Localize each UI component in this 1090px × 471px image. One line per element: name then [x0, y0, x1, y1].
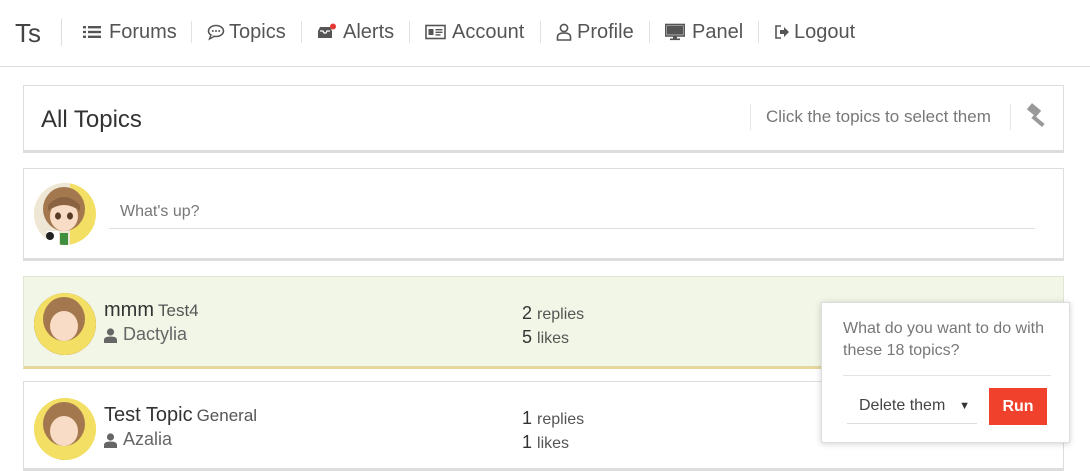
nav-divider: [540, 21, 541, 43]
topic-author[interactable]: Azalia: [104, 429, 172, 450]
header-divider: [1010, 104, 1011, 130]
comment-icon: [207, 23, 225, 41]
mod-action-value: Delete them: [859, 396, 946, 414]
nav-label: Account: [452, 20, 525, 43]
nav-item-alerts[interactable]: Alerts: [317, 19, 394, 45]
like-count: 5: [522, 327, 533, 347]
topic-forum[interactable]: General: [197, 406, 257, 425]
reply-count: 2: [522, 303, 533, 323]
desktop-icon: [665, 23, 685, 41]
author-name[interactable]: Azalia: [123, 429, 172, 450]
nav-divider: [61, 19, 62, 46]
brand-logo[interactable]: Ts: [15, 18, 41, 49]
author-name[interactable]: Dactylia: [123, 324, 187, 345]
replies-label: replies: [537, 411, 585, 428]
nav-label: Alerts: [343, 20, 395, 43]
nav-label: Panel: [692, 20, 744, 43]
nav-divider: [191, 21, 192, 43]
mod-action-select[interactable]: Delete them ▼: [847, 388, 977, 424]
nav-item-account[interactable]: Account: [425, 19, 524, 45]
topic-forum[interactable]: Test4: [158, 301, 199, 320]
page-title: All Topics: [41, 106, 142, 133]
user-icon: [556, 23, 572, 41]
last-reply-avatar[interactable]: [34, 398, 96, 460]
nav-item-panel[interactable]: Panel: [665, 19, 743, 45]
topic-author[interactable]: Dactylia: [104, 324, 187, 345]
top-nav: Ts Forums Topics Alerts Account Profile …: [0, 0, 1090, 67]
topic-title[interactable]: Test Topic General: [104, 404, 257, 427]
replies-label: replies: [537, 306, 585, 323]
likes-label: likes: [537, 330, 570, 347]
gavel-icon[interactable]: [1024, 103, 1050, 129]
likes-label: likes: [537, 435, 570, 452]
nav-label: Profile: [577, 20, 634, 43]
run-button[interactable]: Run: [989, 388, 1047, 425]
caret-down-icon: ▼: [959, 400, 970, 412]
inbox-alert-icon: [317, 23, 337, 41]
nav-label: Topics: [229, 20, 286, 43]
nav-divider: [301, 21, 302, 43]
nav-divider: [409, 21, 410, 43]
nav-divider: [758, 21, 759, 43]
reply-count: 1: [522, 408, 533, 428]
list-icon: [83, 23, 103, 41]
avatar[interactable]: [34, 183, 96, 245]
nav-item-profile[interactable]: Profile: [556, 19, 634, 45]
header-divider: [750, 104, 751, 130]
popup-divider: [843, 375, 1051, 376]
nav-item-forums[interactable]: Forums: [83, 19, 177, 45]
user-icon: [104, 432, 117, 448]
compose-input[interactable]: [109, 195, 1035, 229]
topics-header: All Topics Click the topics to select th…: [23, 85, 1064, 153]
mod-question: What do you want to do with these 18 top…: [843, 320, 1044, 359]
compose-box: [23, 168, 1064, 261]
mod-popup: What do you want to do with these 18 top…: [821, 302, 1070, 443]
topic-title-text[interactable]: Test Topic: [104, 404, 193, 426]
topic-stats: 2 replies 5 likes: [522, 302, 584, 350]
like-count: 1: [522, 432, 533, 452]
nav-label: Forums: [109, 20, 177, 43]
topic-stats: 1 replies 1 likes: [522, 407, 584, 455]
select-hint: Click the topics to select them: [766, 107, 991, 126]
topic-title-text[interactable]: mmm: [104, 299, 154, 321]
sign-out-icon: [774, 23, 790, 41]
topic-title[interactable]: mmm Test4: [104, 299, 199, 322]
nav-item-topics[interactable]: Topics: [207, 19, 286, 45]
last-reply-avatar[interactable]: [34, 293, 96, 355]
user-icon: [104, 327, 117, 343]
nav-item-logout[interactable]: Logout: [774, 19, 855, 45]
nav-divider: [649, 21, 650, 43]
id-card-icon: [425, 23, 446, 41]
nav-label: Logout: [794, 20, 856, 43]
